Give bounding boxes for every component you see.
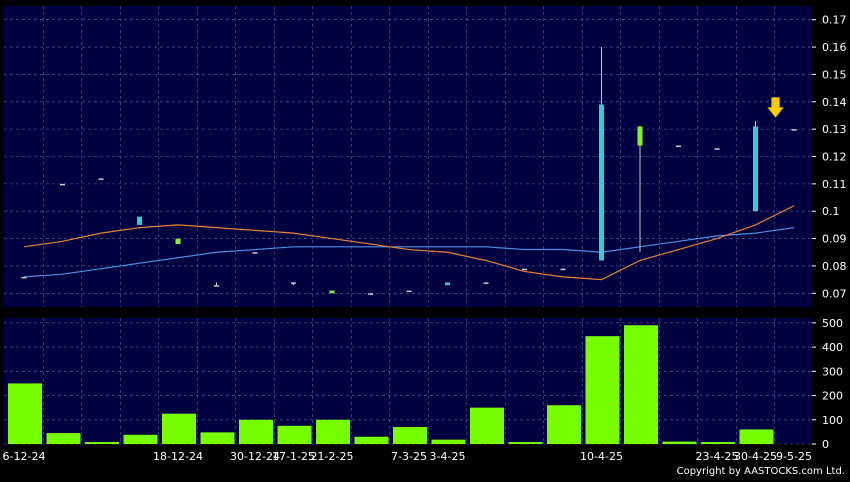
volume-bar xyxy=(200,432,235,444)
candle-body xyxy=(483,282,489,284)
candle-body xyxy=(368,293,373,295)
x-axis-label: 17-1-25 xyxy=(272,450,315,463)
volume-panel xyxy=(4,318,812,444)
price-tick-label: 0.13 xyxy=(822,123,847,136)
volume-bar xyxy=(662,441,697,444)
price-tick-label: 0.08 xyxy=(822,260,847,273)
x-axis-label: 6-12-24 xyxy=(3,450,46,463)
volume-tick-label: 300 xyxy=(822,365,843,378)
candle-body xyxy=(137,216,142,225)
candle-body xyxy=(560,268,566,271)
price-tick-label: 0.17 xyxy=(822,14,847,27)
candle-body xyxy=(60,183,65,186)
x-axis-label: 23-4-25 xyxy=(696,450,739,463)
price-tick-label: 0.14 xyxy=(822,96,847,109)
volume-tick-label: 0 xyxy=(822,438,829,451)
price-tick-label: 0.07 xyxy=(822,287,847,300)
volume-tick-label: 400 xyxy=(822,341,843,354)
x-axis-label: 7-3-25 xyxy=(391,450,427,463)
price-tick-label: 0.09 xyxy=(822,233,847,246)
volume-bar xyxy=(701,442,735,444)
x-axis-label: 30-4-25 xyxy=(734,450,777,463)
price-tick-label: 0.1 xyxy=(822,205,840,218)
candle-body xyxy=(753,126,758,212)
volume-bar xyxy=(277,425,312,444)
candle-body xyxy=(214,285,219,287)
volume-bar xyxy=(162,413,196,444)
candle-body xyxy=(21,276,27,279)
candle-body xyxy=(98,178,104,180)
volume-bar xyxy=(739,429,774,444)
x-axis-label: 3-4-25 xyxy=(430,450,466,463)
volume-bar xyxy=(585,336,620,444)
volume-bar xyxy=(470,407,504,444)
volume-bar xyxy=(8,383,42,444)
candle-body xyxy=(714,148,720,150)
x-axis-label: 9-5-25 xyxy=(776,450,812,463)
price-tick-label: 0.11 xyxy=(822,178,847,191)
volume-bar xyxy=(354,436,389,444)
volume-bar xyxy=(508,442,543,444)
candle-body xyxy=(599,104,604,261)
price-tick-label: 0.16 xyxy=(822,41,847,54)
copyright-text: Copyright by AASTOCKS.com Ltd. xyxy=(677,466,845,477)
candle-body xyxy=(791,129,797,131)
x-axis-label: 18-12-24 xyxy=(153,450,203,463)
price-tick-label: 0.12 xyxy=(822,151,847,164)
candle-body xyxy=(445,282,450,286)
candle-body xyxy=(406,290,412,293)
volume-bar xyxy=(239,419,273,444)
candle-body xyxy=(175,238,181,245)
volume-bar xyxy=(431,439,466,444)
x-axis-label: 10-4-25 xyxy=(580,450,623,463)
candle-body xyxy=(252,252,258,254)
volume-bar xyxy=(547,405,581,444)
price-tick-label: 0.15 xyxy=(822,68,847,81)
volume-bar xyxy=(46,433,81,444)
volume-tick-label: 200 xyxy=(822,390,843,403)
volume-bar xyxy=(624,325,658,444)
candle-body xyxy=(637,126,643,146)
volume-bar xyxy=(393,427,427,444)
candle-body xyxy=(291,282,296,284)
x-axis-label: 21-2-25 xyxy=(311,450,354,463)
stock-chart: 0.07 0.08 0.09 0.1 0.11 0.12 0.13 0.14 0.15 0.16 0… xyxy=(0,0,850,478)
candle-body xyxy=(329,290,335,294)
volume-bar xyxy=(316,419,350,444)
candle-body xyxy=(522,268,527,271)
volume-bar xyxy=(123,434,158,444)
candle-body xyxy=(676,145,681,148)
volume-bar xyxy=(85,442,119,444)
volume-tick-label: 500 xyxy=(822,317,843,330)
volume-tick-label: 100 xyxy=(822,414,843,427)
chart-svg: 0.07 0.08 0.09 0.1 0.11 0.12 0.13 0.14 0.15 0.16 0… xyxy=(0,0,850,478)
